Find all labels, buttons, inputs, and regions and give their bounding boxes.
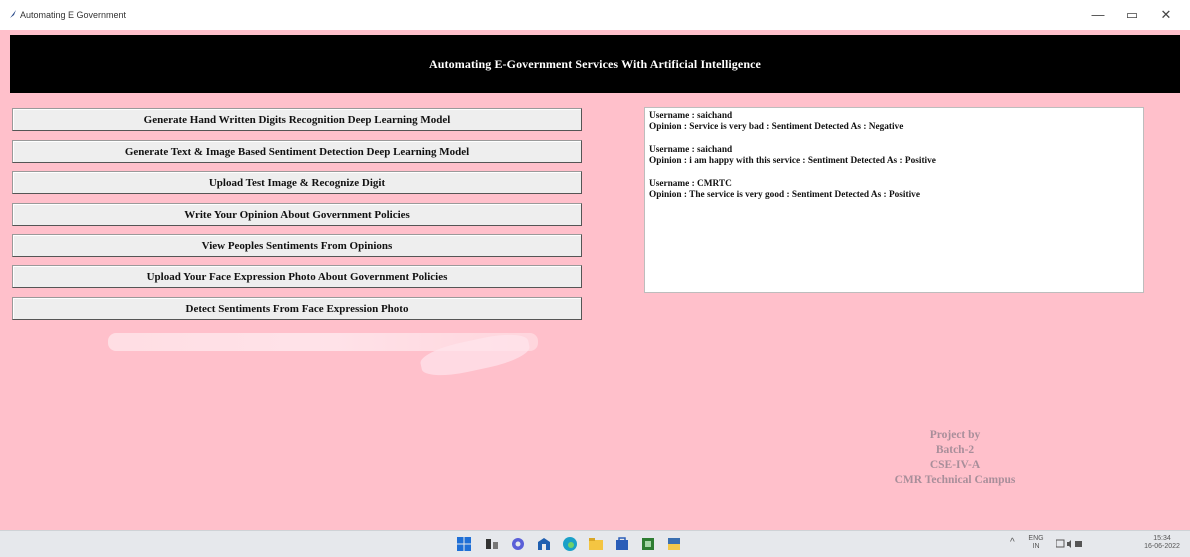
generate-digit-model-button[interactable]: Generate Hand Written Digits Recognition… <box>12 108 582 131</box>
language-indicator[interactable]: ENG IN <box>1026 535 1046 551</box>
credits-line: Batch-2 <box>935 444 975 456</box>
task-view-icon[interactable] <box>484 536 500 552</box>
minimize-button[interactable]: — <box>1086 4 1110 26</box>
restore-button[interactable]: ▭ <box>1120 4 1144 26</box>
header-banner: Automating E-Government Services With Ar… <box>10 35 1180 93</box>
write-opinion-button[interactable]: Write Your Opinion About Government Poli… <box>12 203 582 226</box>
ms-store-icon[interactable] <box>614 536 630 552</box>
credits-line: Project by <box>929 429 981 441</box>
generate-sentiment-model-button[interactable]: Generate Text & Image Based Sentiment De… <box>12 140 582 163</box>
store-icon[interactable] <box>536 536 552 552</box>
page-title: Automating E-Government Services With Ar… <box>429 56 761 71</box>
taskbar: ^ ENG IN 15:34 16-06-2022 <box>0 530 1190 557</box>
project-credits: Project by Batch-2 CSE-IV-A CMR Technica… <box>830 428 1080 488</box>
entry-username: Username : saichand <box>649 111 733 121</box>
network-volume-battery-icon[interactable] <box>1056 539 1082 549</box>
clock[interactable]: 15:34 16-06-2022 <box>1140 535 1184 551</box>
edge-browser-icon[interactable] <box>562 536 578 552</box>
upload-test-image-button[interactable]: Upload Test Image & Recognize Digit <box>12 171 582 194</box>
view-sentiments-button[interactable]: View Peoples Sentiments From Opinions <box>12 234 582 257</box>
entry-username: Username : CMRTC <box>649 179 732 189</box>
tray-chevron-icon[interactable]: ^ <box>1010 538 1015 548</box>
clock-date: 16-06-2022 <box>1144 543 1180 550</box>
upload-face-photo-button[interactable]: Upload Your Face Expression Photo About … <box>12 265 582 288</box>
entry-opinion: Opinion : i am happy with this service :… <box>649 156 936 166</box>
entry-opinion: Opinion : The service is very good : Sen… <box>649 190 920 200</box>
close-button[interactable]: ✕ <box>1154 4 1178 26</box>
opinion-entry: Username : saichand Opinion : Service is… <box>649 111 1139 133</box>
clock-time: 15:34 <box>1153 535 1171 542</box>
output-text-area[interactable]: Username : saichand Opinion : Service is… <box>644 107 1144 293</box>
window-title: Automating E Government <box>20 10 127 20</box>
detect-face-sentiment-button[interactable]: Detect Sentiments From Face Expression P… <box>12 297 582 320</box>
language-code: ENG <box>1028 535 1044 542</box>
window-titlebar: Automating E Government — ▭ ✕ <box>0 0 1190 30</box>
entry-opinion: Opinion : Service is very bad : Sentimen… <box>649 122 904 132</box>
file-explorer-icon[interactable] <box>588 536 604 552</box>
chat-icon[interactable] <box>510 536 526 552</box>
python-app-icon[interactable] <box>666 536 682 552</box>
region-code: IN <box>1032 543 1040 550</box>
entry-username: Username : saichand <box>649 145 733 155</box>
credits-line: CMR Technical Campus <box>894 474 1016 486</box>
credits-line: CSE-IV-A <box>929 459 981 471</box>
windows-start-icon[interactable] <box>456 536 472 552</box>
opinion-entry: Username : saichand Opinion : i am happy… <box>649 145 1139 167</box>
feather-app-icon <box>10 10 16 18</box>
app-icon[interactable] <box>640 536 656 552</box>
opinion-entry: Username : CMRTC Opinion : The service i… <box>649 179 1139 201</box>
